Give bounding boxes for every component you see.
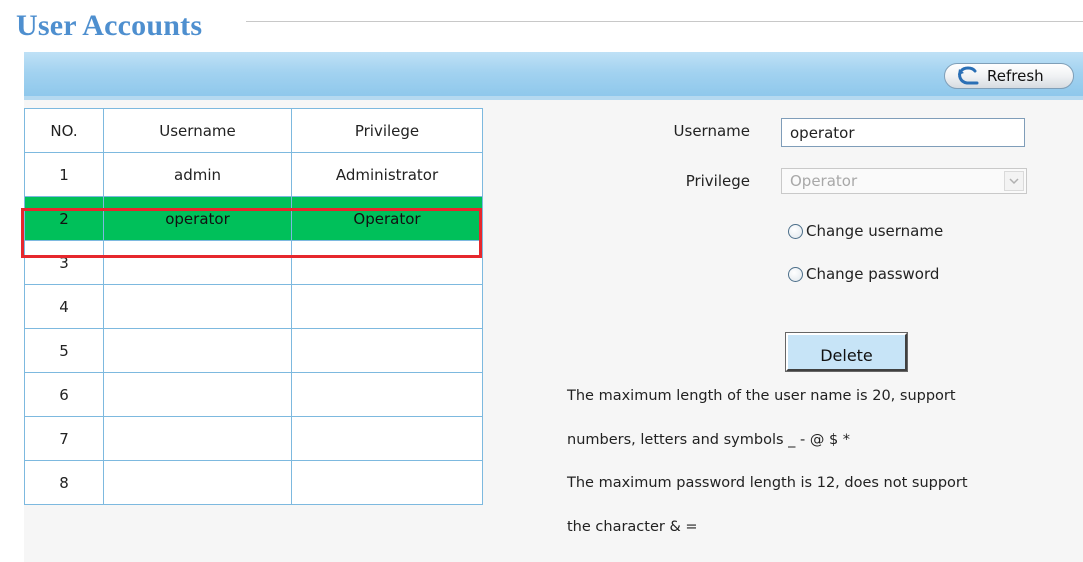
- table-row[interactable]: 8: [24, 460, 483, 505]
- user-table: NO. Username Privilege 1 admin Administr…: [24, 108, 483, 505]
- row-no: 7: [24, 416, 104, 461]
- radio-icon: [788, 223, 803, 239]
- row-no: 1: [24, 152, 104, 197]
- privilege-select[interactable]: Operator: [781, 168, 1027, 194]
- table-header-row: NO. Username Privilege: [24, 108, 483, 153]
- change-password-label: Change password: [806, 265, 940, 283]
- row-privilege: Operator: [291, 196, 483, 241]
- table-row-selected[interactable]: 2 operator Operator: [24, 196, 483, 241]
- row-username: [103, 328, 292, 373]
- column-header-privilege: Privilege: [291, 108, 483, 153]
- row-privilege: [291, 372, 483, 417]
- refresh-label: Refresh: [987, 67, 1044, 85]
- radio-icon: [788, 266, 803, 282]
- note-username-symbols: numbers, letters and symbols _ - @ $ *: [567, 432, 851, 448]
- refresh-button[interactable]: Refresh: [944, 63, 1074, 89]
- row-no: 4: [24, 284, 104, 329]
- row-privilege: [291, 328, 483, 373]
- table-row[interactable]: 4: [24, 284, 483, 329]
- row-privilege: [291, 460, 483, 505]
- row-privilege: [291, 284, 483, 329]
- change-password-radio[interactable]: Change password: [788, 265, 939, 283]
- row-no: 5: [24, 328, 104, 373]
- note-username-rule: The maximum length of the user name is 2…: [567, 388, 956, 404]
- title-divider: [246, 21, 1083, 22]
- chevron-down-icon: [1004, 171, 1024, 191]
- table-row[interactable]: 3: [24, 240, 483, 285]
- table-row[interactable]: 1 admin Administrator: [24, 152, 483, 197]
- privilege-select-value: Operator: [790, 172, 858, 190]
- column-header-no: NO.: [24, 108, 104, 153]
- row-no: 6: [24, 372, 104, 417]
- row-username: admin: [103, 152, 292, 197]
- username-input[interactable]: [781, 118, 1025, 147]
- refresh-arrow-icon: [955, 64, 981, 88]
- row-username: [103, 240, 292, 285]
- row-privilege: Administrator: [291, 152, 483, 197]
- row-username: operator: [103, 196, 292, 241]
- note-password-chars: the character & =: [567, 519, 698, 535]
- row-no: 8: [24, 460, 104, 505]
- toolbar: [24, 52, 1083, 98]
- row-username: [103, 460, 292, 505]
- table-row[interactable]: 6: [24, 372, 483, 417]
- username-label: Username: [673, 122, 750, 140]
- row-username: [103, 284, 292, 329]
- row-privilege: [291, 240, 483, 285]
- row-username: [103, 372, 292, 417]
- delete-button[interactable]: Delete: [785, 332, 908, 372]
- privilege-label: Privilege: [685, 172, 750, 190]
- row-no: 2: [24, 196, 104, 241]
- column-header-username: Username: [103, 108, 292, 153]
- note-password-rule: The maximum password length is 12, does …: [567, 475, 968, 491]
- table-row[interactable]: 5: [24, 328, 483, 373]
- row-username: [103, 416, 292, 461]
- row-privilege: [291, 416, 483, 461]
- page-title: User Accounts: [16, 9, 203, 42]
- row-no: 3: [24, 240, 104, 285]
- change-username-radio[interactable]: Change username: [788, 222, 943, 240]
- table-row[interactable]: 7: [24, 416, 483, 461]
- change-username-label: Change username: [806, 222, 944, 240]
